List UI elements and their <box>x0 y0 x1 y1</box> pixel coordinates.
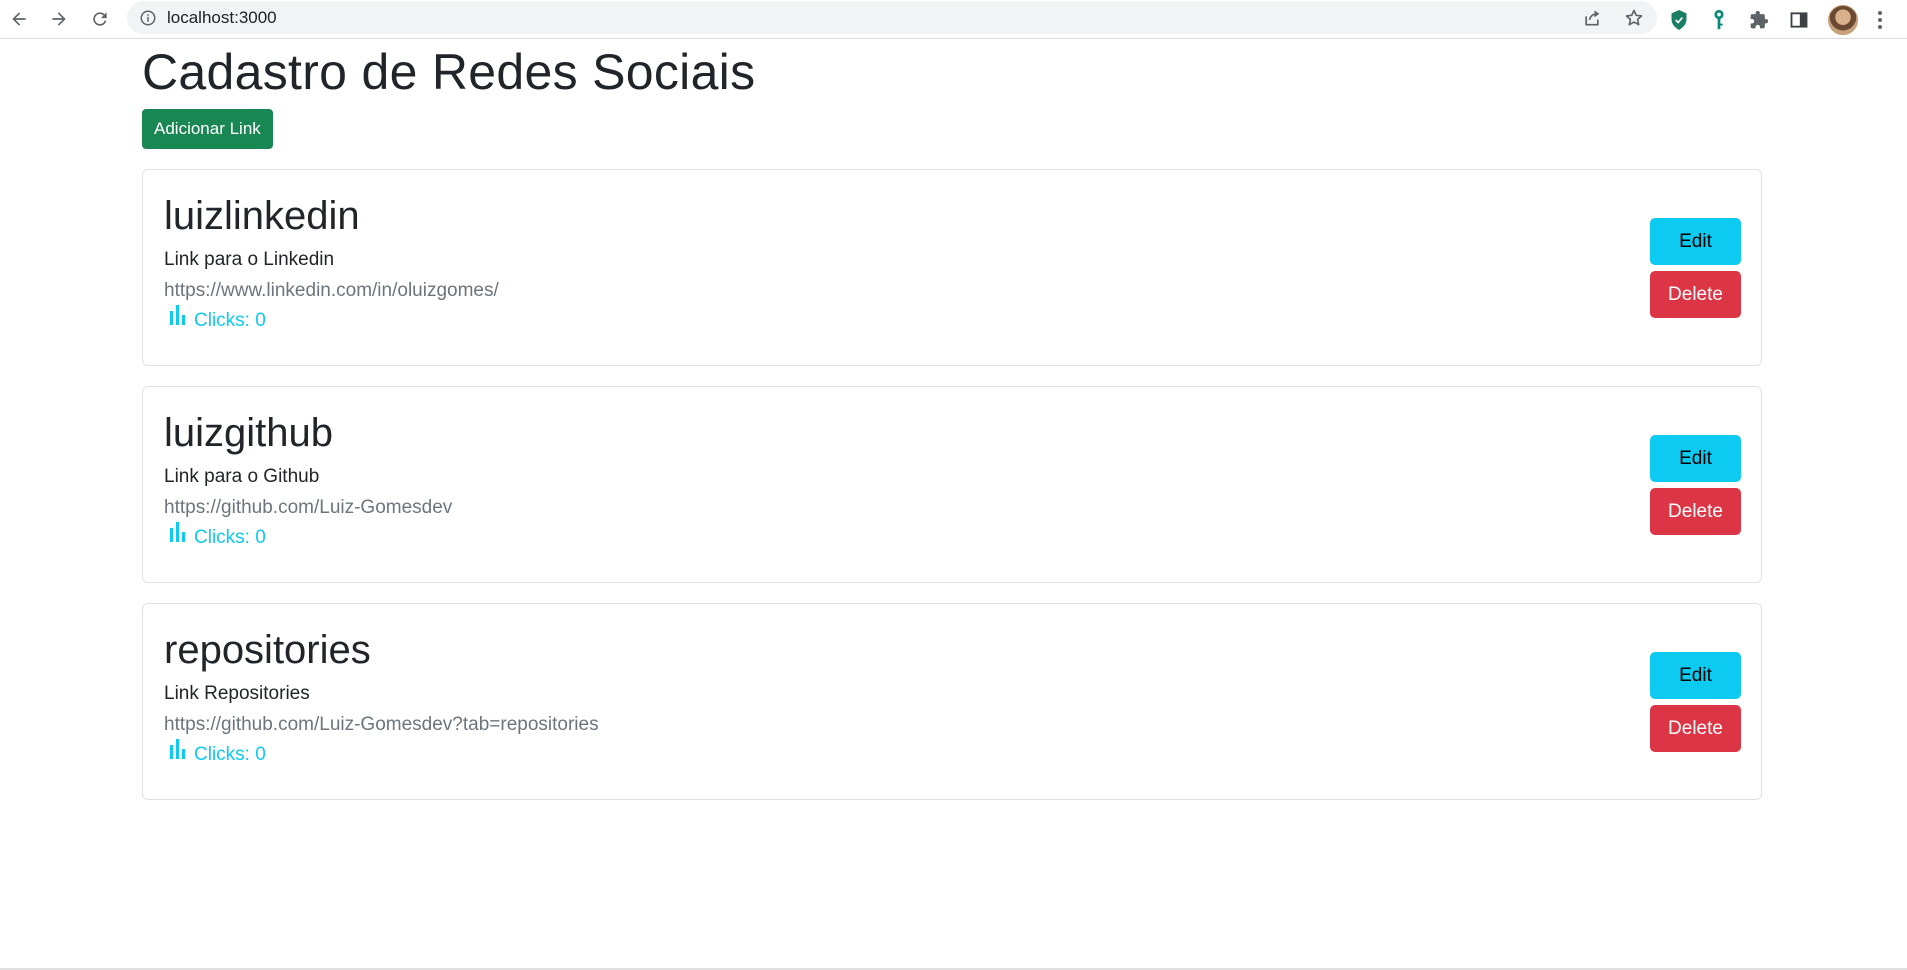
link-name: luizlinkedin <box>164 194 360 238</box>
link-description: Link para o Github <box>164 466 320 487</box>
clicks-counter: Clicks: 0 <box>164 739 599 767</box>
card-actions: Edit Delete <box>1650 435 1741 535</box>
arrow-right-icon <box>52 12 66 26</box>
link-card: luizgithub Link para o Github https://gi… <box>142 386 1762 583</box>
reload-button[interactable] <box>85 4 115 34</box>
link-url: https://github.com/Luiz-Gomesdev?tab=rep… <box>164 714 599 735</box>
bar-chart-icon <box>170 739 185 759</box>
url-text[interactable]: localhost:3000 <box>167 8 277 28</box>
link-url: https://www.linkedin.com/in/oluizgomes/ <box>164 280 499 301</box>
delete-button[interactable]: Delete <box>1650 705 1741 752</box>
star-icon[interactable] <box>1623 7 1645 29</box>
link-name: repositories <box>164 628 371 672</box>
clicks-label: Clicks: 0 <box>194 527 266 548</box>
link-description: Link para o Linkedin <box>164 249 335 270</box>
avatar[interactable] <box>1828 4 1858 35</box>
bar-chart-icon <box>170 305 185 325</box>
forward-button[interactable] <box>44 4 74 34</box>
edit-button[interactable]: Edit <box>1650 435 1741 482</box>
clicks-counter: Clicks: 0 <box>164 305 499 333</box>
card-body: repositories Link Repositories https://g… <box>164 626 599 767</box>
edit-button[interactable]: Edit <box>1650 218 1741 265</box>
page-title: Cadastro de Redes Sociais <box>142 44 756 100</box>
side-panel-icon[interactable] <box>1788 9 1810 31</box>
clicks-counter: Clicks: 0 <box>164 522 452 550</box>
extension-toolbar <box>1668 3 1884 36</box>
bar-chart-icon <box>170 522 185 542</box>
edit-button[interactable]: Edit <box>1650 652 1741 699</box>
link-list: luizlinkedin Link para o Linkedin https:… <box>142 169 1762 800</box>
browser-toolbar: localhost:3000 <box>0 0 1907 39</box>
share-icon[interactable] <box>1581 7 1603 29</box>
delete-button[interactable]: Delete <box>1650 271 1741 318</box>
add-link-button[interactable]: Adicionar Link <box>142 109 273 149</box>
puzzle-icon[interactable] <box>1748 9 1770 31</box>
address-bar-actions <box>1581 1 1645 34</box>
menu-icon[interactable] <box>1876 9 1884 31</box>
link-name: luizgithub <box>164 411 334 455</box>
arrow-left-icon <box>12 12 26 26</box>
main-container: Cadastro de Redes Sociais Adicionar Link… <box>142 39 1762 800</box>
card-actions: Edit Delete <box>1650 218 1741 318</box>
clicks-label: Clicks: 0 <box>194 744 266 765</box>
reload-icon <box>93 12 107 26</box>
back-button[interactable] <box>4 4 34 34</box>
link-description: Link Repositories <box>164 683 310 704</box>
card-body: luizgithub Link para o Github https://gi… <box>164 409 452 550</box>
link-card: luizlinkedin Link para o Linkedin https:… <box>142 169 1762 366</box>
card-body: luizlinkedin Link para o Linkedin https:… <box>164 192 499 333</box>
address-bar[interactable]: localhost:3000 <box>127 1 1657 34</box>
card-actions: Edit Delete <box>1650 652 1741 752</box>
delete-button[interactable]: Delete <box>1650 488 1741 535</box>
key-icon[interactable] <box>1708 9 1730 31</box>
link-url: https://github.com/Luiz-Gomesdev <box>164 497 453 518</box>
info-icon[interactable] <box>139 9 157 27</box>
clicks-label: Clicks: 0 <box>194 310 266 331</box>
link-card: repositories Link Repositories https://g… <box>142 603 1762 800</box>
shield-icon[interactable] <box>1668 9 1690 31</box>
